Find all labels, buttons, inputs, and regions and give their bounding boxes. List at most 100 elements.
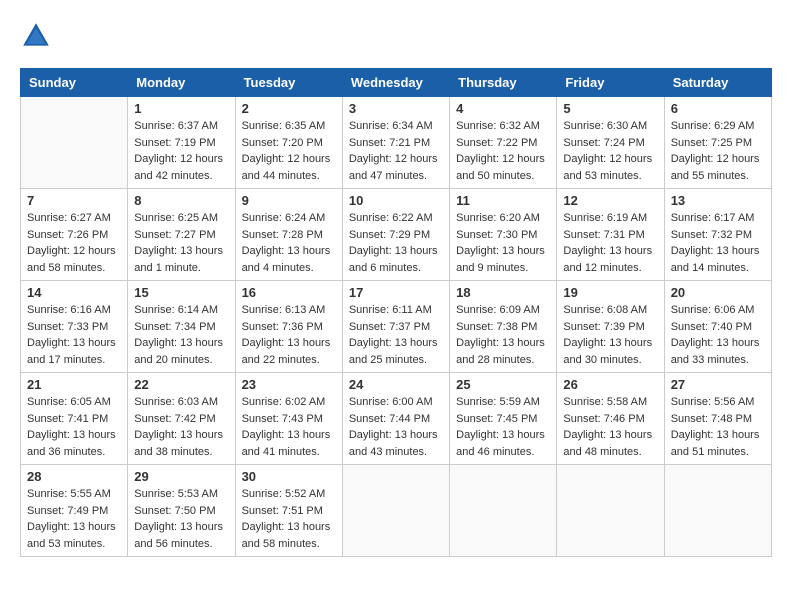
sunset-text: Sunset: 7:49 PM: [27, 505, 108, 517]
day-number: 18: [456, 285, 550, 300]
daylight-text: Daylight: 13 hours and 38 minutes.: [134, 429, 223, 458]
day-of-week-header: Wednesday: [342, 69, 449, 97]
day-info: Sunrise: 6:03 AMSunset: 7:42 PMDaylight:…: [134, 394, 228, 460]
daylight-text: Daylight: 13 hours and 4 minutes.: [242, 245, 331, 274]
sunrise-text: Sunrise: 5:58 AM: [563, 396, 647, 408]
sunset-text: Sunset: 7:30 PM: [456, 229, 537, 241]
day-number: 24: [349, 377, 443, 392]
sunrise-text: Sunrise: 6:20 AM: [456, 212, 540, 224]
day-info: Sunrise: 5:58 AMSunset: 7:46 PMDaylight:…: [563, 394, 657, 460]
calendar-cell: 2Sunrise: 6:35 AMSunset: 7:20 PMDaylight…: [235, 97, 342, 189]
sunset-text: Sunset: 7:28 PM: [242, 229, 323, 241]
calendar-cell: 7 Sunrise: 6:27 AM Sunset: 7:26 PM Daylight…: [21, 189, 128, 281]
sunrise-text: Sunrise: 5:59 AM: [456, 396, 540, 408]
page-header: [20, 20, 772, 52]
calendar-cell: 14Sunrise: 6:16 AMSunset: 7:33 PMDayligh…: [21, 281, 128, 373]
calendar-cell: 29 Sunrise: 5:53 AMSunset: 7:50 PMDayligh…: [128, 465, 235, 557]
sunset-text: Sunset: 7:37 PM: [349, 321, 430, 333]
sunset-text: Sunset: 7:22 PM: [456, 137, 537, 149]
calendar-cell: 9Sunrise: 6:24 AMSunset: 7:28 PMDaylight…: [235, 189, 342, 281]
daylight-text: Daylight: 13 hours and 43 minutes.: [349, 429, 438, 458]
day-info: Sunrise: 5:52 AMSunset: 7:51 PMDaylight:…: [242, 486, 336, 552]
sunrise-text: Sunrise: 5:53 AM: [134, 488, 218, 500]
sunrise-text: Sunrise: 6:27 AM: [27, 212, 111, 224]
daylight-text: Daylight: 12 hours and 58 minutes.: [27, 245, 116, 274]
day-number: 7: [27, 193, 121, 208]
calendar-cell: 25Sunrise: 5:59 AMSunset: 7:45 PMDayligh…: [450, 373, 557, 465]
day-number: 8: [134, 193, 228, 208]
daylight-text: Daylight: 13 hours and 1 minute.: [134, 245, 223, 274]
day-info: Sunrise: 6:27 AM Sunset: 7:26 PM Daylight:…: [27, 210, 121, 276]
day-of-week-header: Saturday: [664, 69, 771, 97]
daylight-text: Daylight: 13 hours and 33 minutes.: [671, 337, 760, 366]
calendar-cell: 6Sunrise: 6:29 AMSunset: 7:25 PMDaylight…: [664, 97, 771, 189]
day-info: Sunrise: 6:13 AMSunset: 7:36 PMDaylight:…: [242, 302, 336, 368]
sunrise-text: Sunrise: 6:00 AM: [349, 396, 433, 408]
day-info: Sunrise: 6:05 AMSunset: 7:41 PMDaylight:…: [27, 394, 121, 460]
sunset-text: Sunset: 7:42 PM: [134, 413, 215, 425]
sunset-text: Sunset: 7:26 PM: [27, 229, 108, 241]
sunset-text: Sunset: 7:27 PM: [134, 229, 215, 241]
day-of-week-header: Sunday: [21, 69, 128, 97]
daylight-text: Daylight: 13 hours and 9 minutes.: [456, 245, 545, 274]
day-number: 20: [671, 285, 765, 300]
calendar-cell: 11Sunrise: 6:20 AMSunset: 7:30 PMDayligh…: [450, 189, 557, 281]
daylight-text: Daylight: 13 hours and 46 minutes.: [456, 429, 545, 458]
day-info: Sunrise: 5:53 AMSunset: 7:50 PMDaylight:…: [134, 486, 228, 552]
day-number: 13: [671, 193, 765, 208]
day-number: 29: [134, 469, 228, 484]
calendar-cell: 21 Sunrise: 6:05 AMSunset: 7:41 PMDayligh…: [21, 373, 128, 465]
calendar-cell: 19Sunrise: 6:08 AMSunset: 7:39 PMDayligh…: [557, 281, 664, 373]
calendar-week-row: 7 Sunrise: 6:27 AM Sunset: 7:26 PM Daylight…: [21, 189, 772, 281]
day-info: Sunrise: 6:25 AMSunset: 7:27 PMDaylight:…: [134, 210, 228, 276]
sunset-text: Sunset: 7:29 PM: [349, 229, 430, 241]
sunrise-text: Sunrise: 6:16 AM: [27, 304, 111, 316]
day-number: 10: [349, 193, 443, 208]
day-number: 22: [134, 377, 228, 392]
calendar-cell: 13Sunrise: 6:17 AMSunset: 7:32 PMDayligh…: [664, 189, 771, 281]
day-info: Sunrise: 6:24 AMSunset: 7:28 PMDaylight:…: [242, 210, 336, 276]
calendar-cell: 3Sunrise: 6:34 AMSunset: 7:21 PMDaylight…: [342, 97, 449, 189]
daylight-text: Daylight: 13 hours and 12 minutes.: [563, 245, 652, 274]
calendar-cell: 17Sunrise: 6:11 AMSunset: 7:37 PMDayligh…: [342, 281, 449, 373]
sunrise-text: Sunrise: 6:11 AM: [349, 304, 432, 316]
day-number: 15: [134, 285, 228, 300]
sunrise-text: Sunrise: 6:08 AM: [563, 304, 647, 316]
sunset-text: Sunset: 7:19 PM: [134, 137, 215, 149]
day-number: 1: [134, 101, 228, 116]
day-info: Sunrise: 6:32 AMSunset: 7:22 PMDaylight:…: [456, 118, 550, 184]
day-info: Sunrise: 6:29 AMSunset: 7:25 PMDaylight:…: [671, 118, 765, 184]
calendar-week-row: 28Sunrise: 5:55 AMSunset: 7:49 PMDayligh…: [21, 465, 772, 557]
sunset-text: Sunset: 7:38 PM: [456, 321, 537, 333]
sunrise-text: Sunrise: 6:32 AM: [456, 120, 540, 132]
sunrise-text: Sunrise: 6:34 AM: [349, 120, 433, 132]
day-number: 19: [563, 285, 657, 300]
day-number: 12: [563, 193, 657, 208]
daylight-text: Daylight: 12 hours and 53 minutes.: [563, 153, 652, 182]
sunset-text: Sunset: 7:36 PM: [242, 321, 323, 333]
daylight-text: Daylight: 13 hours and 53 minutes.: [27, 521, 116, 550]
sunset-text: Sunset: 7:39 PM: [563, 321, 644, 333]
calendar-cell: 30Sunrise: 5:52 AMSunset: 7:51 PMDayligh…: [235, 465, 342, 557]
day-info: Sunrise: 6:14 AMSunset: 7:34 PMDaylight:…: [134, 302, 228, 368]
calendar-cell: 26Sunrise: 5:58 AMSunset: 7:46 PMDayligh…: [557, 373, 664, 465]
calendar-cell: 18Sunrise: 6:09 AMSunset: 7:38 PMDayligh…: [450, 281, 557, 373]
day-info: Sunrise: 6:30 AMSunset: 7:24 PMDaylight:…: [563, 118, 657, 184]
sunset-text: Sunset: 7:43 PM: [242, 413, 323, 425]
day-number: 21: [27, 377, 121, 392]
daylight-text: Daylight: 13 hours and 41 minutes.: [242, 429, 331, 458]
day-info: Sunrise: 6:37 AMSunset: 7:19 PMDaylight:…: [134, 118, 228, 184]
calendar-cell: 4Sunrise: 6:32 AMSunset: 7:22 PMDaylight…: [450, 97, 557, 189]
sunrise-text: Sunrise: 6:06 AM: [671, 304, 755, 316]
calendar-table: SundayMondayTuesdayWednesdayThursdayFrid…: [20, 68, 772, 557]
calendar-cell: 20Sunrise: 6:06 AMSunset: 7:40 PMDayligh…: [664, 281, 771, 373]
sunrise-text: Sunrise: 5:52 AM: [242, 488, 326, 500]
sunrise-text: Sunrise: 6:19 AM: [563, 212, 647, 224]
day-info: Sunrise: 6:35 AMSunset: 7:20 PMDaylight:…: [242, 118, 336, 184]
day-number: 4: [456, 101, 550, 116]
calendar-cell: [450, 465, 557, 557]
calendar-cell: 24Sunrise: 6:00 AMSunset: 7:44 PMDayligh…: [342, 373, 449, 465]
sunset-text: Sunset: 7:25 PM: [671, 137, 752, 149]
calendar-cell: 27Sunrise: 5:56 AMSunset: 7:48 PMDayligh…: [664, 373, 771, 465]
daylight-text: Daylight: 12 hours and 44 minutes.: [242, 153, 331, 182]
